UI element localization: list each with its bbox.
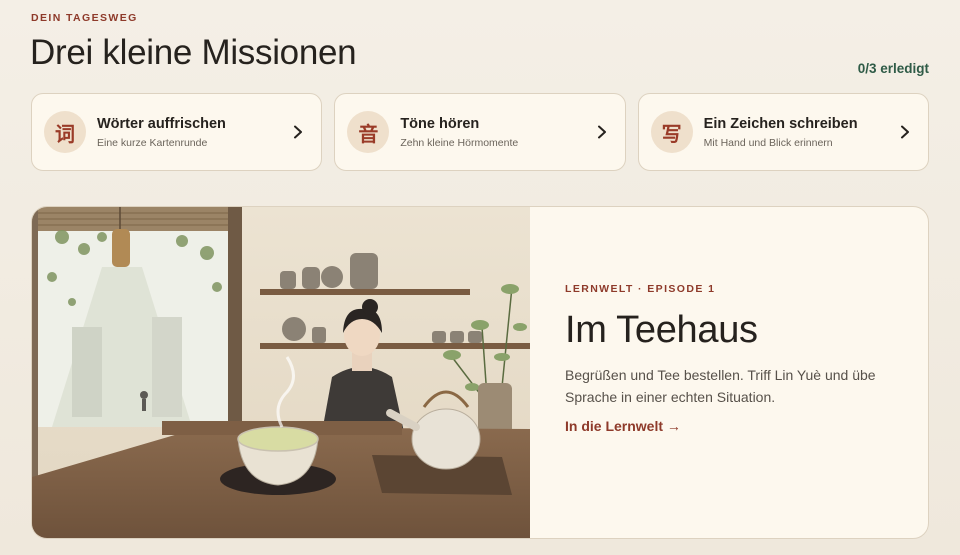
episode-title: Im Teehaus xyxy=(565,309,758,351)
progress-status: 0/3 erledigt xyxy=(857,61,929,76)
chevron-right-icon xyxy=(896,123,914,141)
mission-title: Töne hören xyxy=(400,115,480,132)
tones-glyph-icon: 音 xyxy=(347,111,390,153)
mission-list: 词 Wörter auffrischen Eine kurze Kartenru… xyxy=(31,93,929,171)
mission-texts: Wörter auffrischen Eine kurze Kartenrund… xyxy=(97,116,289,149)
episode-description: Begrüßen und Tee bestellen. Triff Lin Yu… xyxy=(565,367,876,405)
enter-learning-world-link[interactable]: In die Lernwelt → xyxy=(565,418,681,434)
mission-card-tones[interactable]: 音 Töne hören Zehn kleine Hörmomente xyxy=(334,93,626,171)
mission-texts: Ein Zeichen schreiben Mit Hand und Blick… xyxy=(704,116,896,149)
page-title: Drei kleine Missionen xyxy=(30,33,357,72)
episode-body: LERNWELT · EPISODE 1 Im Teehaus Begrüßen… xyxy=(530,207,928,538)
section-eyebrow: DEIN TAGESWEG xyxy=(31,12,138,24)
mission-card-words[interactable]: 词 Wörter auffrischen Eine kurze Kartenru… xyxy=(31,93,323,171)
mission-title: Ein Zeichen schreiben xyxy=(703,115,858,132)
mission-texts: Töne hören Zehn kleine Hörmomente xyxy=(400,116,592,149)
chevron-right-icon xyxy=(289,123,307,141)
teahouse-illustration xyxy=(32,207,530,538)
mission-subtitle: Mit Hand und Blick erinnern xyxy=(703,136,833,149)
writing-glyph-icon: 写 xyxy=(650,111,693,153)
chevron-right-icon xyxy=(593,123,611,141)
mission-card-writing[interactable]: 写 Ein Zeichen schreiben Mit Hand und Bli… xyxy=(637,93,929,171)
words-glyph-icon: 词 xyxy=(44,111,86,153)
episode-eyebrow: LERNWELT · EPISODE 1 xyxy=(565,283,716,295)
mission-subtitle: Eine kurze Kartenrunde xyxy=(97,136,208,149)
mission-title: Wörter auffrischen xyxy=(97,115,226,132)
mission-subtitle: Zehn kleine Hörmomente xyxy=(400,136,519,149)
episode-card[interactable]: LERNWELT · EPISODE 1 Im Teehaus Begrüßen… xyxy=(31,206,929,539)
